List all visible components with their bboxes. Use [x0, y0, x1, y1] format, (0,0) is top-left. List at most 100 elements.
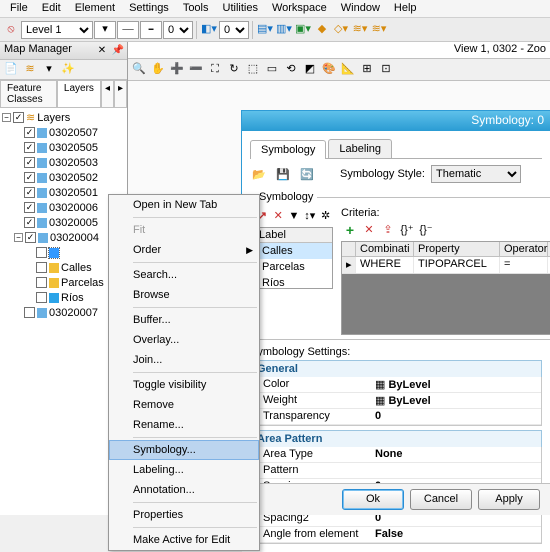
view-icon-2[interactable]: 🎨	[320, 61, 338, 79]
checkbox[interactable]: ✓	[24, 172, 35, 183]
wand-icon[interactable]: ✨	[59, 61, 77, 79]
layer-item[interactable]: 03020507	[49, 127, 98, 139]
panel-pin-icon[interactable]: 📌	[111, 43, 125, 57]
gear1-icon[interactable]: ✲	[318, 207, 333, 225]
menu-help[interactable]: Help	[388, 2, 423, 15]
braces2-icon[interactable]: {}⁻	[417, 221, 435, 239]
select-icon[interactable]: ▭	[263, 61, 281, 79]
ctx-symbology[interactable]: Symbology...	[109, 440, 259, 460]
linestyle-box[interactable]: ──	[117, 21, 139, 39]
weight-box[interactable]: ━	[140, 21, 162, 39]
layers-icon[interactable]: ≋▾	[351, 21, 369, 39]
delete-icon[interactable]: ✕	[271, 207, 286, 225]
menu-edit[interactable]: Edit	[36, 2, 67, 15]
checkbox[interactable]: ✓	[24, 157, 35, 168]
collapse-icon[interactable]: −	[2, 113, 11, 122]
zoom-in-icon[interactable]: ➕	[168, 61, 186, 79]
refresh-icon[interactable]: 🔄	[298, 165, 316, 183]
layer-item[interactable]: 03020004	[50, 232, 99, 244]
area-header[interactable]: Area Pattern	[250, 430, 542, 447]
ok-button[interactable]: Ok	[342, 489, 404, 510]
sublayer[interactable]: Calles	[61, 262, 92, 274]
layer-item[interactable]: 03020505	[49, 142, 98, 154]
layer-item[interactable]: 03020005	[49, 217, 98, 229]
sheet-icon[interactable]: ▤▾	[256, 21, 274, 39]
color-box-1[interactable]: ▾	[94, 21, 116, 39]
ctx-browse[interactable]: Browse	[109, 285, 259, 305]
style-select[interactable]: Thematic	[431, 165, 521, 183]
layer-item[interactable]: 03020501	[49, 187, 98, 199]
menu-tools[interactable]: Tools	[177, 2, 215, 15]
view-icon-4[interactable]: ⊞	[358, 61, 376, 79]
ctx-annotation[interactable]: Annotation...	[109, 480, 259, 500]
tab-layers[interactable]: Layers	[57, 80, 101, 107]
ctx-make-active[interactable]: Make Active for Edit	[109, 530, 259, 550]
action3-icon[interactable]: ◇▾	[332, 21, 350, 39]
zoom-out-icon[interactable]: ➖	[187, 61, 205, 79]
level-icon[interactable]: ◧▾	[200, 21, 218, 39]
pan-icon[interactable]: ✋	[149, 61, 167, 79]
layer-item[interactable]: 03020502	[49, 172, 98, 184]
tab-symbology[interactable]: Symbology	[250, 140, 326, 159]
braces1-icon[interactable]: {}⁺	[398, 221, 416, 239]
general-header[interactable]: General	[250, 360, 542, 377]
delete-crit-icon[interactable]: ✕	[360, 221, 378, 239]
panel-close-icon[interactable]: ✕	[95, 43, 109, 57]
ctx-overlay[interactable]: Overlay...	[109, 330, 259, 350]
tab-scroll-left[interactable]: ◂	[101, 80, 114, 107]
drop-icon[interactable]: ▾	[40, 61, 58, 79]
checkbox[interactable]: ✓	[24, 187, 35, 198]
none-icon[interactable]: ⦸	[2, 21, 20, 39]
ctx-buffer[interactable]: Buffer...	[109, 310, 259, 330]
menu-window[interactable]: Window	[335, 2, 386, 15]
fit-icon[interactable]: ⛶	[206, 61, 224, 79]
checkbox[interactable]	[36, 247, 47, 258]
view-icon-5[interactable]: ⊡	[377, 61, 395, 79]
add-icon[interactable]: +	[341, 221, 359, 239]
checkbox[interactable]: ✓	[25, 232, 36, 243]
ctx-labeling[interactable]: Labeling...	[109, 460, 259, 480]
collapse-icon[interactable]: −	[14, 233, 23, 242]
checkbox[interactable]: ✓	[24, 202, 35, 213]
table-row[interactable]: ▸ WHERE TIPOPARCEL = 1	[342, 257, 550, 274]
checkbox[interactable]: ✓	[24, 127, 35, 138]
checkbox[interactable]	[36, 262, 47, 273]
sublayer[interactable]: Ríos	[61, 292, 84, 304]
checkbox[interactable]	[36, 277, 47, 288]
open-icon[interactable]: 📂	[250, 165, 268, 183]
ctx-join[interactable]: Join...	[109, 350, 259, 370]
ctx-toggle[interactable]: Toggle visibility	[109, 375, 259, 395]
checkbox[interactable]: ✓	[13, 112, 24, 123]
list-item[interactable]: Parcelas	[256, 259, 332, 275]
sort-icon[interactable]: ↕▾	[302, 207, 317, 225]
checkbox[interactable]: ✓	[24, 142, 35, 153]
layer-item[interactable]: 03020503	[49, 157, 98, 169]
list-item[interactable]: Calles	[256, 243, 332, 259]
tab-feature-classes[interactable]: Feature Classes	[0, 80, 57, 107]
layer-item[interactable]: 03020007	[49, 307, 98, 319]
zoom-icon[interactable]: 🔍	[130, 61, 148, 79]
layers2-icon[interactable]: ≋▾	[370, 21, 388, 39]
apply-button[interactable]: Apply	[478, 489, 540, 510]
num-select-1[interactable]: 0	[163, 21, 193, 39]
layers-tb-icon[interactable]: ≋	[21, 61, 39, 79]
ctx-search[interactable]: Search...	[109, 265, 259, 285]
level-select[interactable]: Level 1	[21, 21, 93, 39]
sheet2-icon[interactable]: ▥▾	[275, 21, 293, 39]
menu-workspace[interactable]: Workspace	[266, 2, 333, 15]
action2-icon[interactable]: ◆	[313, 21, 331, 39]
3d-icon[interactable]: ⬚	[244, 61, 262, 79]
menu-file[interactable]: File	[4, 2, 34, 15]
num-select-2[interactable]: 0	[219, 21, 249, 39]
menu-settings[interactable]: Settings	[123, 2, 175, 15]
tab-scroll-right[interactable]: ▸	[114, 80, 127, 107]
menu-element[interactable]: Element	[69, 2, 121, 15]
ctx-properties[interactable]: Properties	[109, 505, 259, 525]
arrow-up-icon[interactable]: ⇪	[379, 221, 397, 239]
filter-icon[interactable]: ▼	[287, 207, 302, 225]
ref-icon[interactable]: ⟲	[282, 61, 300, 79]
ctx-rename[interactable]: Rename...	[109, 415, 259, 435]
view-icon-1[interactable]: ◩	[301, 61, 319, 79]
sublayer[interactable]: Parcelas	[61, 277, 104, 289]
ctx-open-new-tab[interactable]: Open in New Tab	[109, 195, 259, 215]
